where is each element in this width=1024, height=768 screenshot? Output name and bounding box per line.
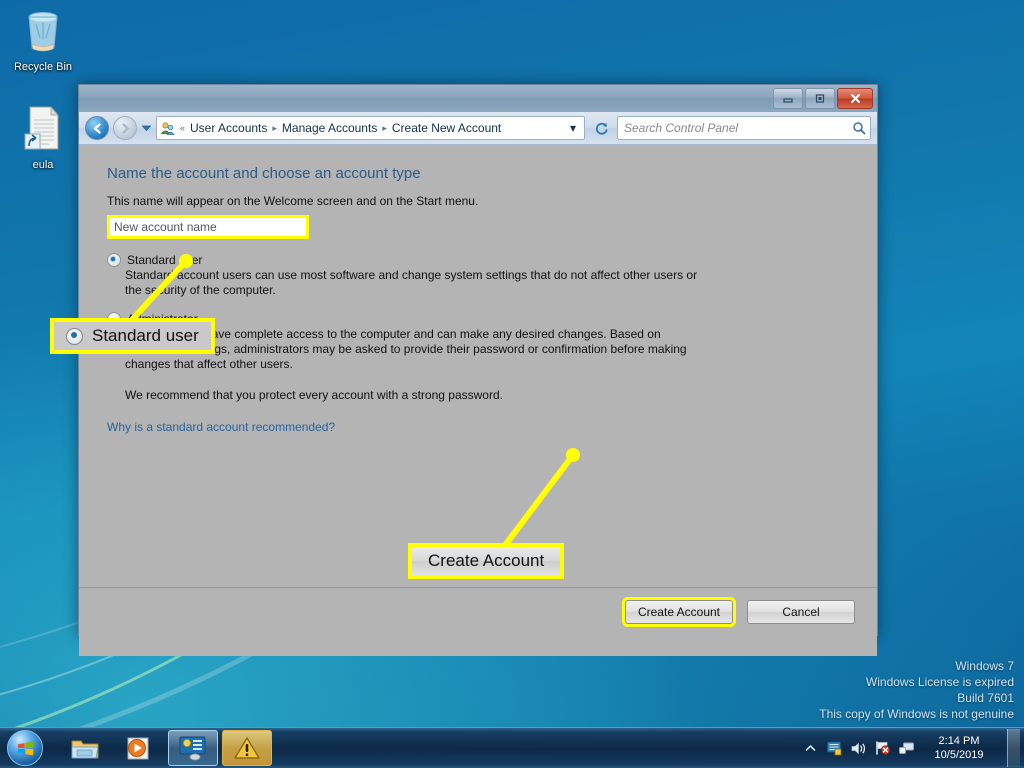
account-type-standard-user[interactable]: Standard user Standard account users can… <box>107 253 707 298</box>
why-standard-account-link[interactable]: Why is a standard account recommended? <box>107 420 335 434</box>
account-type-description: Administrators have complete access to t… <box>125 327 687 371</box>
breadcrumb-item-create-new-account[interactable]: Create New Account <box>389 121 504 135</box>
maximize-button[interactable] <box>805 88 835 109</box>
page-content: Name the account and choose an account t… <box>79 145 877 656</box>
account-type-administrator[interactable]: Administrator Administrators have comple… <box>107 312 707 372</box>
radio-administrator[interactable] <box>107 312 121 326</box>
page-subtext: This name will appear on the Welcome scr… <box>107 194 479 208</box>
recent-pages-button[interactable] <box>141 125 152 132</box>
close-icon <box>850 93 860 104</box>
radio-standard-user[interactable] <box>107 253 121 267</box>
breadcrumb-separator[interactable]: ▸ <box>380 123 389 134</box>
password-recommendation: We recommend that you protect every acco… <box>125 388 503 402</box>
watermark-line-3: Build 7601 <box>957 691 1014 705</box>
watermark-line-1: Windows 7 <box>955 659 1014 673</box>
back-button[interactable] <box>85 116 109 140</box>
breadcrumb-item-manage-accounts[interactable]: Manage Accounts <box>279 121 380 135</box>
minimize-icon <box>783 97 793 103</box>
desktop-icon-eula[interactable]: eula <box>4 104 82 172</box>
taskbar-items <box>60 730 272 766</box>
search-input[interactable]: Search Control Panel <box>617 116 871 140</box>
show-desktop-button[interactable] <box>1007 729 1020 767</box>
breadcrumb-dropdown-icon[interactable]: ▾ <box>564 121 582 135</box>
system-tray: 2:14 PM 10/5/2019 <box>802 729 1024 767</box>
desktop-icon-label: Recycle Bin <box>13 61 73 73</box>
account-type-label: Administrator <box>127 312 198 326</box>
start-button[interactable] <box>2 729 48 767</box>
folder-icon <box>71 740 99 758</box>
taskbar-item-windows-alert[interactable] <box>222 730 272 766</box>
user-accounts-icon <box>160 122 175 135</box>
account-name-input[interactable]: New account name <box>107 215 309 239</box>
show-hidden-icons-button[interactable] <box>802 740 819 757</box>
taskbar: 2:14 PM 10/5/2019 <box>0 727 1024 768</box>
cancel-button[interactable]: Cancel <box>747 600 855 624</box>
account-type-description: Standard account users can use most soft… <box>125 268 698 297</box>
arrow-left-icon <box>93 122 101 134</box>
text-file-shortcut-icon <box>24 106 59 150</box>
volume-icon[interactable] <box>850 740 867 757</box>
account-name-value: New account name <box>114 220 217 234</box>
refresh-icon <box>595 122 607 135</box>
clock-time: 2:14 PM <box>938 735 980 747</box>
breadcrumb[interactable]: « User Accounts ▸ Manage Accounts ▸ Crea… <box>156 116 585 140</box>
maximize-icon <box>815 94 825 103</box>
close-button[interactable] <box>837 88 873 109</box>
page-title: Name the account and choose an account t… <box>107 165 421 182</box>
minimize-button[interactable] <box>773 88 803 109</box>
chevron-down-icon <box>142 125 151 131</box>
search-icon[interactable] <box>852 121 866 135</box>
control-panel-window: « User Accounts ▸ Manage Accounts ▸ Crea… <box>78 84 878 656</box>
account-type-label: Standard user <box>127 253 203 267</box>
content-separator <box>79 587 877 588</box>
watermark-line-4: This copy of Windows is not genuine <box>819 707 1014 721</box>
desktop-icon-recycle-bin[interactable]: Recycle Bin <box>4 8 82 74</box>
taskbar-item-control-panel[interactable] <box>168 730 218 766</box>
refresh-button[interactable] <box>589 116 613 140</box>
breadcrumb-separator[interactable]: ▸ <box>270 123 279 134</box>
desktop-icon-label: eula <box>32 159 54 171</box>
forward-button[interactable] <box>113 116 137 140</box>
navigation-bar: « User Accounts ▸ Manage Accounts ▸ Crea… <box>79 112 877 145</box>
network-flag-icon[interactable] <box>874 740 891 757</box>
taskbar-item-windows-explorer[interactable] <box>60 730 110 766</box>
clock-date: 10/5/2019 <box>934 749 984 761</box>
window-controls <box>773 88 873 109</box>
watermark-line-2: Windows License is expired <box>865 675 1014 689</box>
window-titlebar[interactable] <box>79 85 877 112</box>
clock[interactable]: 2:14 PM 10/5/2019 <box>922 734 996 762</box>
media-player-icon <box>127 737 149 759</box>
breadcrumb-item-user-accounts[interactable]: User Accounts <box>187 121 270 135</box>
network-icon[interactable] <box>898 740 915 757</box>
control-panel-icon <box>179 736 206 761</box>
warning-triangle-icon <box>234 737 260 759</box>
windows-activation-watermark: Windows 7 Windows License is expired Bui… <box>819 658 1014 722</box>
dialog-button-row: Create Account Cancel <box>622 597 855 627</box>
recycle-bin-icon <box>28 12 58 52</box>
breadcrumb-overflow[interactable]: « <box>178 123 187 133</box>
search-placeholder: Search Control Panel <box>624 121 739 135</box>
arrow-right-icon <box>121 122 129 134</box>
chevron-up-icon <box>805 744 816 751</box>
taskbar-item-media-player[interactable] <box>114 730 164 766</box>
windows-logo-icon <box>7 730 43 766</box>
create-account-button[interactable]: Create Account <box>622 597 736 627</box>
action-center-icon[interactable] <box>826 740 843 757</box>
